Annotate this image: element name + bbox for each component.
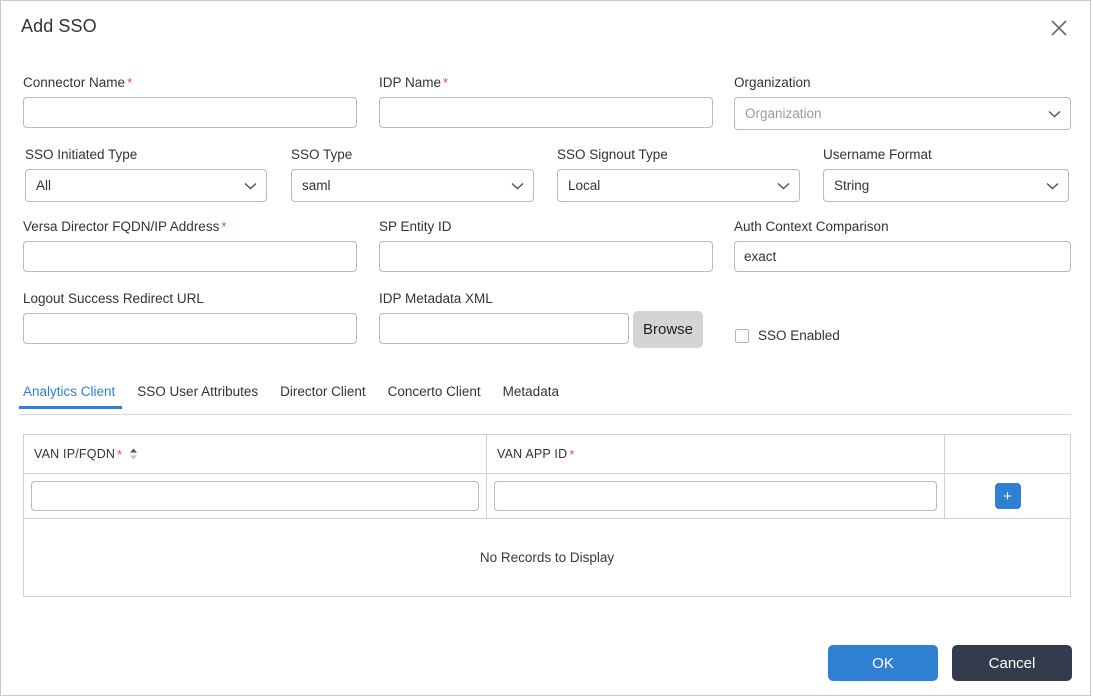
tab-metadata[interactable]: Metadata	[492, 384, 570, 408]
logout-success-redirect-url-input[interactable]	[23, 313, 357, 344]
label-username-format: Username Format	[823, 147, 932, 162]
close-icon[interactable]	[1046, 15, 1072, 41]
column-header-label: VAN IP/FQDN	[34, 447, 116, 461]
tab-director-client[interactable]: Director Client	[269, 384, 377, 408]
van-ip-fqdn-input[interactable]	[31, 481, 479, 511]
sso-signout-type-value: Local	[568, 178, 601, 193]
label-sso-signout-type: SSO Signout Type	[557, 147, 668, 162]
field-sp-entity-id: SP Entity ID	[379, 219, 713, 272]
cell-actions: +	[945, 474, 1070, 518]
van-app-id-input[interactable]	[494, 481, 937, 511]
idp-metadata-xml-input[interactable]	[379, 313, 629, 344]
tab-bar: Analytics Client SSO User Attributes Dir…	[19, 384, 1071, 415]
organization-select[interactable]: Organization	[734, 97, 1071, 130]
cancel-button[interactable]: Cancel	[952, 645, 1072, 681]
tab-concerto-client[interactable]: Concerto Client	[377, 384, 492, 408]
table-empty-message: No Records to Display	[479, 550, 615, 565]
label-connector-name: Connector Name *	[23, 75, 133, 90]
required-asterisk: *	[569, 446, 575, 462]
label-auth-context-comparison: Auth Context Comparison	[734, 219, 889, 234]
column-header-van-ip-fqdn[interactable]: VAN IP/FQDN *	[24, 435, 487, 473]
chevron-down-icon	[777, 170, 790, 201]
dialog-footer: OK Cancel	[1, 633, 1090, 695]
required-asterisk: *	[221, 219, 227, 234]
sso-signout-type-select[interactable]: Local	[557, 169, 800, 202]
organization-selected-value: Organization	[745, 106, 822, 121]
sso-type-select[interactable]: saml	[291, 169, 534, 202]
column-header-actions	[945, 435, 1070, 473]
sso-initiated-type-value: All	[36, 178, 52, 193]
cell-van-app-id	[487, 474, 945, 518]
sso-enabled-checkbox[interactable]	[735, 328, 749, 343]
required-asterisk: *	[117, 446, 123, 462]
cell-van-ip-fqdn	[24, 474, 487, 518]
chevron-down-icon	[244, 170, 257, 201]
browse-button[interactable]: Browse	[633, 311, 703, 348]
field-sso-type: SSO Type saml	[291, 147, 534, 202]
add-sso-dialog: Add SSO Connector Name * IDP Name * Organi…	[0, 0, 1091, 696]
field-idp-name: IDP Name *	[379, 75, 713, 128]
tab-sso-user-attributes[interactable]: SSO User Attributes	[126, 384, 269, 408]
username-format-value: String	[834, 178, 870, 193]
chevron-down-icon	[1048, 98, 1061, 129]
label-sso-initiated-type: SSO Initiated Type	[25, 147, 138, 162]
table-new-row: +	[24, 474, 1070, 519]
connector-name-input[interactable]	[23, 97, 357, 128]
chevron-down-icon	[511, 170, 524, 201]
versa-director-fqdn-input[interactable]	[23, 241, 357, 272]
idp-name-input[interactable]	[379, 97, 713, 128]
label-idp-metadata-xml: IDP Metadata XML	[379, 291, 493, 306]
column-header-van-app-id: VAN APP ID *	[487, 435, 945, 473]
column-header-label: VAN APP ID	[497, 447, 568, 461]
sso-initiated-type-select[interactable]: All	[25, 169, 267, 202]
username-format-select[interactable]: String	[823, 169, 1069, 202]
label-idp-name: IDP Name *	[379, 75, 449, 90]
chevron-down-icon	[1046, 170, 1059, 201]
analytics-client-table: VAN IP/FQDN * VAN APP ID * + No Records …	[23, 434, 1071, 597]
sso-enabled-label: SSO Enabled	[758, 328, 840, 343]
ok-button[interactable]: OK	[828, 645, 938, 681]
label-organization: Organization	[734, 75, 811, 90]
table-header-row: VAN IP/FQDN * VAN APP ID *	[24, 435, 1070, 474]
label-sso-type: SSO Type	[291, 147, 353, 162]
add-row-button[interactable]: +	[994, 483, 1021, 509]
field-organization: Organization Organization	[734, 75, 1071, 130]
auth-context-comparison-input[interactable]	[734, 241, 1071, 272]
field-logout-success-redirect-url: Logout Success Redirect URL	[23, 291, 357, 344]
sso-type-value: saml	[302, 178, 331, 193]
field-idp-metadata-xml: IDP Metadata XML	[379, 291, 629, 344]
field-sso-signout-type: SSO Signout Type Local	[557, 147, 800, 202]
field-username-format: Username Format String	[823, 147, 1069, 202]
field-connector-name: Connector Name *	[23, 75, 357, 128]
field-versa-director-fqdn: Versa Director FQDN/IP Address *	[23, 219, 357, 272]
required-asterisk: *	[127, 75, 133, 90]
tab-analytics-client[interactable]: Analytics Client	[19, 384, 126, 409]
sp-entity-id-input[interactable]	[379, 241, 713, 272]
dialog-titlebar: Add SSO	[1, 1, 1090, 53]
field-sso-initiated-type: SSO Initiated Type All	[25, 147, 267, 202]
field-auth-context-comparison: Auth Context Comparison	[734, 219, 1071, 272]
label-sp-entity-id: SP Entity ID	[379, 219, 452, 234]
sso-enabled-checkbox-group[interactable]: SSO Enabled	[735, 328, 840, 343]
required-asterisk: *	[443, 75, 449, 90]
page-title: Add SSO	[21, 16, 97, 36]
label-logout-success-redirect-url: Logout Success Redirect URL	[23, 291, 204, 306]
sort-arrows-icon[interactable]	[129, 448, 138, 460]
label-versa-director-fqdn: Versa Director FQDN/IP Address *	[23, 219, 227, 234]
